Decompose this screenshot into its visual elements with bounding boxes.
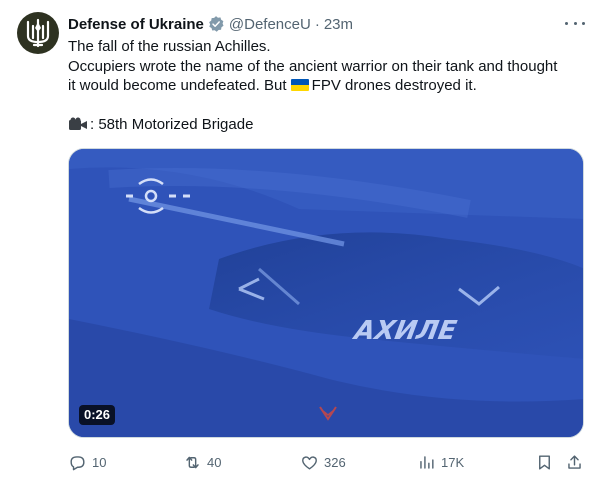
author-name[interactable]: Defense of Ukraine [68,16,204,33]
more-options-icon[interactable] [565,16,585,30]
reply-icon [70,455,85,470]
reply-count: 10 [92,454,107,470]
heart-icon [302,455,317,470]
bookmark-icon [539,454,550,470]
ukraine-trident-emblem-icon [26,18,50,48]
tweet[interactable]: Defense of Ukraine @DefenceU · 23m The f… [0,0,601,484]
tank-inscription: АХИЛЕ [350,316,459,346]
tweet-text-line: Occupiers wrote the name of the ancient … [68,57,558,75]
verified-badge-icon[interactable] [207,15,225,33]
tweet-timestamp[interactable]: 23m [324,16,353,33]
tweet-text: The fall of the russian Achilles. Occupi… [68,37,588,135]
repost-count: 40 [207,454,222,470]
repost-icon [186,456,199,468]
like-count: 326 [324,454,346,470]
reply-button[interactable]: 10 [68,452,106,472]
author-avatar[interactable] [17,12,59,54]
video-frame: АХИЛЕ [69,149,583,437]
share-button[interactable] [565,452,584,472]
like-button[interactable]: 326 [300,452,346,472]
video-duration-badge: 0:26 [79,405,116,425]
tweet-text-line: it would become undefeated. But FPV dron… [68,76,588,96]
views-button[interactable]: 17K [417,452,464,472]
share-icon [568,454,581,469]
tweet-credit-line: : 58th Motorized Brigade [68,115,588,135]
tweet-actions-bar: 10 40 326 17K [68,452,588,474]
tweet-text-line: The fall of the russian Achilles. [68,38,271,55]
video-player[interactable]: АХИЛЕ 0:26 [68,148,584,438]
ukraine-flag-icon [290,79,309,91]
tweet-credit-text: : 58th Motorized Brigade [90,116,254,133]
tweet-text-segment: it would become undefeated. But [68,77,291,94]
view-count: 17K [441,454,465,470]
analytics-icon [420,455,434,469]
author-handle[interactable]: @DefenceU [229,16,311,33]
header-separator: · [314,15,320,33]
repost-button[interactable]: 40 [183,452,221,472]
video-camera-icon [68,117,90,131]
tweet-header: Defense of Ukraine @DefenceU · 23m [68,14,353,34]
bookmark-button[interactable] [535,452,554,472]
tweet-text-segment: FPV drones destroyed it. [311,77,477,94]
